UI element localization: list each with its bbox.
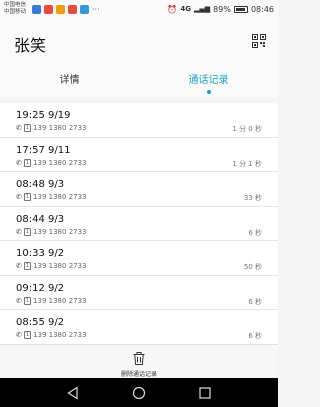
call-number: 139 1380 2733	[33, 296, 87, 305]
battery-percent: 89%	[213, 4, 231, 14]
outgoing-call-icon: ✆	[16, 193, 22, 201]
status-bar: 中国电信 中国移动 ··· ⏰ 4G ▂▄▆ 89% 08:46	[0, 0, 278, 18]
sim-1-icon: 1	[23, 296, 32, 305]
call-number: 139 1380 2733	[33, 158, 87, 167]
call-number-line: ✆ 1 139 1380 2733	[16, 227, 87, 236]
outgoing-call-icon: ✆	[16, 124, 22, 132]
contact-header: 张笑	[0, 18, 278, 70]
sim-1-icon: 1	[23, 227, 32, 236]
call-log-row[interactable]: 10:33 9/2 ✆ 1 139 1380 2733 50 秒	[0, 241, 278, 276]
call-time: 17:57 9/11	[16, 144, 71, 156]
call-number-line: ✆ 1 139 1380 2733	[16, 331, 87, 339]
call-duration: 6 秒	[248, 228, 262, 237]
call-log-row[interactable]: 19:25 9/19 ✆ 1 139 1380 2733 1 分 0 秒	[0, 103, 278, 138]
call-log-row[interactable]: 17:57 9/11 ✆ 1 139 1380 2733 1 分 1 秒	[0, 138, 278, 172]
status-right: ⏰ 4G ▂▄▆ 89% 08:46	[167, 5, 274, 14]
call-duration: 33 秒	[243, 194, 262, 202]
delete-call-log-label: 删除通话记录	[120, 371, 157, 378]
call-duration: 1 分 0 秒	[232, 125, 262, 133]
home-icon[interactable]	[132, 386, 146, 400]
trash-icon	[133, 352, 145, 365]
active-tab-indicator	[206, 90, 211, 94]
signal-icon: ▂▄▆	[194, 5, 211, 13]
qr-code-icon[interactable]	[252, 34, 266, 48]
outgoing-call-icon: ✆	[16, 331, 22, 339]
call-log-row[interactable]: 08:55 9/2 ✆ 1 139 1380 2733 6 秒	[0, 310, 278, 344]
call-number-line: ✆ 1 139 1380 2733	[16, 193, 87, 201]
tab-details-label: 详情	[59, 75, 80, 86]
call-number: 139 1380 2733	[33, 227, 87, 236]
outgoing-call-icon: ✆	[16, 227, 22, 236]
sim-1-icon: 1	[23, 124, 32, 132]
app-icon	[56, 4, 65, 14]
call-number-line: ✆ 1 139 1380 2733	[16, 262, 87, 270]
call-log-list[interactable]: 19:25 9/19 ✆ 1 139 1380 2733 1 分 0 秒 17:57…	[0, 103, 278, 344]
tab-call-log[interactable]: 通话记录	[139, 70, 278, 98]
clock: 08:46	[250, 4, 274, 14]
call-time: 19:25 9/19	[16, 110, 71, 121]
carrier-1: 中国电信	[4, 2, 27, 8]
call-time: 09:12 9/2	[16, 282, 65, 294]
call-duration: 6 秒	[248, 332, 262, 340]
call-duration: 50 秒	[243, 263, 262, 271]
call-time: 08:44 9/3	[16, 213, 65, 225]
call-log-row[interactable]: 08:44 9/3 ✆ 1 139 1380 2733 6 秒	[0, 207, 278, 241]
call-time: 08:55 9/2	[16, 317, 65, 328]
tab-details[interactable]: 详情	[0, 70, 139, 98]
call-log-row[interactable]: 09:12 9/2 ✆ 1 139 1380 2733 6 秒	[0, 276, 278, 310]
outgoing-call-icon: ✆	[16, 262, 22, 270]
sim-1-icon: 1	[23, 158, 32, 167]
call-number-line: ✆ 1 139 1380 2733	[16, 158, 87, 167]
outgoing-call-icon: ✆	[16, 296, 22, 305]
call-number: 139 1380 2733	[33, 193, 87, 201]
carrier-info: 中国电信 中国移动	[4, 2, 30, 16]
call-number: 139 1380 2733	[33, 124, 87, 132]
call-number-line: ✆ 1 139 1380 2733	[16, 124, 87, 132]
net-type: 4G	[180, 5, 191, 13]
outgoing-call-icon: ✆	[16, 158, 22, 167]
call-duration: 1 分 1 秒	[232, 159, 262, 168]
more-notifications-icon: ···	[92, 4, 100, 14]
call-number: 139 1380 2733	[33, 331, 87, 339]
call-log-row[interactable]: 08:48 9/3 ✆ 1 139 1380 2733 33 秒	[0, 172, 278, 207]
sim-1-icon: 1	[23, 331, 32, 339]
sim-1-icon: 1	[23, 193, 32, 201]
tab-call-log-label: 通话记录	[188, 75, 229, 86]
call-number-line: ✆ 1 139 1380 2733	[16, 296, 87, 305]
call-number: 139 1380 2733	[33, 262, 87, 270]
contact-name: 张笑	[14, 36, 47, 55]
message-icon	[80, 4, 89, 14]
alarm-icon: ⏰	[167, 4, 178, 14]
sim-1-icon: 1	[23, 262, 32, 270]
tab-bar: 详情 通话记录	[0, 70, 278, 98]
battery-icon	[233, 5, 248, 13]
notification-icons: ···	[32, 4, 100, 14]
app-icon	[44, 4, 53, 14]
app-icon	[68, 4, 77, 14]
system-nav-bar	[0, 378, 278, 407]
carrier-2: 中国移动	[4, 9, 27, 15]
recents-icon[interactable]	[198, 386, 212, 400]
delete-call-log-button[interactable]: 删除通话记录	[0, 344, 278, 378]
call-duration: 6 秒	[248, 297, 262, 306]
mail-icon	[32, 4, 41, 14]
call-time: 10:33 9/2	[16, 248, 65, 259]
call-time: 08:48 9/3	[16, 179, 65, 190]
back-icon[interactable]	[66, 385, 80, 400]
